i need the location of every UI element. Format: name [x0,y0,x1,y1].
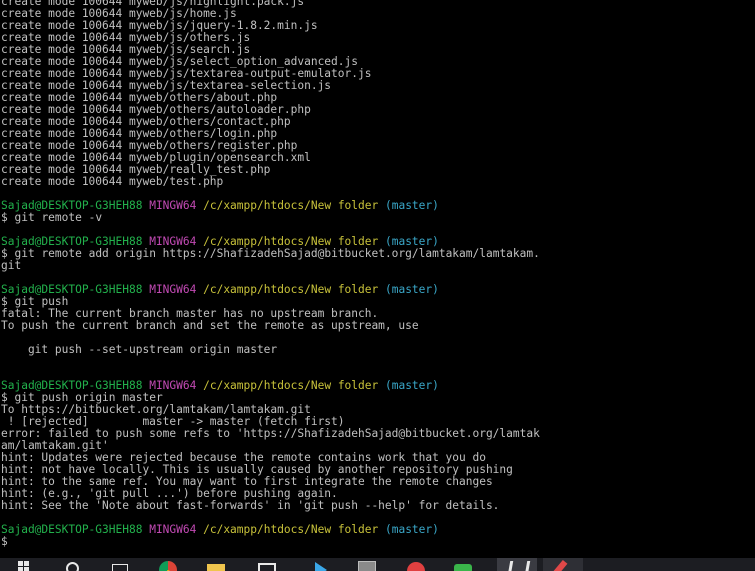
create-lines: create mode 100644 myweb/js/highlight.pa… [1,0,755,188]
prompt-symbol: $ [1,535,8,548]
prompt-path: /c/xampp/htdocs/New folder [203,283,379,296]
taskbar [0,558,755,571]
output-line: To push the current branch and set the r… [1,319,419,332]
red-app-icon[interactable] [403,558,427,571]
output-line: create mode 100644 myweb/test.php [1,175,224,188]
file-explorer-icon[interactable] [203,558,227,571]
output-line: hint: See the 'Note about fast-forwards'… [1,499,500,512]
prompt-symbol: $ [1,211,8,224]
app-icon[interactable] [353,558,377,571]
prompt-shell: MINGW64 [149,283,197,296]
command-wrap-line: git [1,259,22,272]
green-app-icon[interactable] [450,558,474,571]
search-icon[interactable] [60,558,84,571]
prompt-user-host: Sajad@DESKTOP-G3HEH88 [1,523,143,536]
output-line: error: failed to push some refs to 'http… [1,427,540,440]
prompt-line: Sajad@DESKTOP-G3HEH88 MINGW64 /c/xampp/h… [1,200,755,212]
prompt-branch: (master) [384,199,439,212]
prompt-shell: MINGW64 [149,199,197,212]
command-text: git remote -v [14,211,103,224]
prompt-path: /c/xampp/htdocs/New folder [203,523,379,536]
command-line: $ git remote -v [1,212,755,224]
command-text: git remote add origin https://Shafizadeh… [14,247,540,260]
terminal-window[interactable]: create mode 100644 myweb/js/highlight.pa… [1,0,755,556]
prompt-branch: (master) [384,523,439,536]
windows-start-icon[interactable] [14,558,38,571]
prompt-path: /c/xampp/htdocs/New folder [203,379,379,392]
prompt-path: /c/xampp/htdocs/New folder [203,199,379,212]
prompt-branch: (master) [384,379,439,392]
prompt-branch: (master) [384,283,439,296]
prompt-line: Sajad@DESKTOP-G3HEH88 MINGW64 /c/xampp/h… [1,284,755,296]
git-bash-icon[interactable] [497,558,537,571]
prompt-shell: MINGW64 [149,523,197,536]
media-player-icon[interactable] [307,558,331,571]
output-line: git push --set-upstream origin master [1,343,278,356]
command-line: $ git remote add origin https://Shafizad… [1,248,755,260]
task-view-icon[interactable] [108,558,132,571]
active-command-line[interactable]: $ [1,536,755,548]
chrome-icon[interactable] [155,558,179,571]
store-icon[interactable] [252,558,276,571]
prompt-line: Sajad@DESKTOP-G3HEH88 MINGW64 /c/xampp/h… [1,524,755,536]
paint-icon[interactable] [543,558,583,571]
